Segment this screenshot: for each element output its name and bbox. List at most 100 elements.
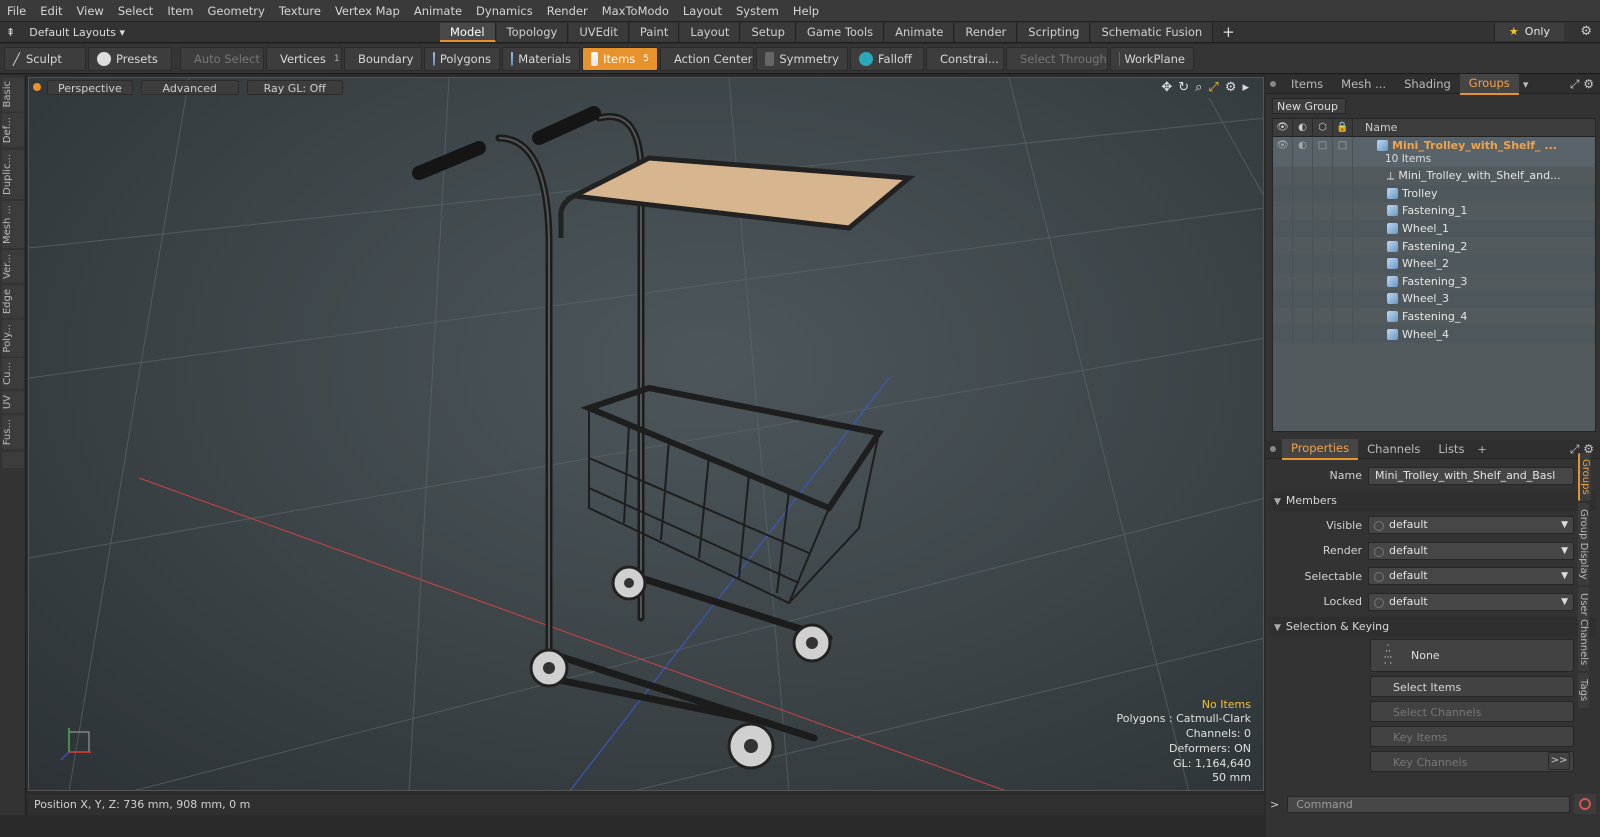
name-field[interactable]: Mini_Trolley_with_Shelf_and_Basl [1368,466,1574,485]
visible-dropdown[interactable]: default ▼ [1368,516,1574,535]
tree-group-row[interactable]: 👁 ◐ □ □ Mini_Trolley_with_Shelf_ ... 10 Ite… [1273,137,1595,167]
none-button[interactable]: · ·· ··· · · None [1370,638,1574,672]
tab-uvedit[interactable]: UVEdit [569,22,629,42]
menu-texture[interactable]: Texture [272,0,328,22]
tree-item-row[interactable]: Fastening_3 [1273,272,1595,291]
key-channels-button[interactable]: Key Channels [1370,750,1574,772]
selectable-icon[interactable]: ⬡ [1313,119,1333,137]
left-tab-mesh[interactable]: Mesh ... [2,200,24,248]
tab-items[interactable]: Items [1282,75,1332,94]
left-tab-edge[interactable]: Edge [2,284,24,318]
zoom-view-icon[interactable]: ⌕ [1195,80,1202,95]
side-tab-user-channels[interactable]: User Channels [1578,587,1589,672]
menu-item[interactable]: Item [160,0,200,22]
tree-item-row[interactable]: Trolley [1273,184,1595,203]
menu-render[interactable]: Render [540,0,595,22]
menu-maxtomodo[interactable]: MaxToModo [595,0,676,22]
viewport-options-dot-icon[interactable] [33,83,41,91]
tree-item-row[interactable]: Wheel_1 [1273,219,1595,238]
menu-file[interactable]: File [0,0,33,22]
tab-layout[interactable]: Layout [680,22,741,42]
new-group-button[interactable]: New Group [1272,98,1346,114]
polygons-button[interactable]: Polygons [424,46,500,71]
side-tab-tags[interactable]: Tags [1578,673,1589,708]
add-tab-plus-icon[interactable]: + [1477,443,1486,456]
tree-item-row[interactable]: Wheel_4 [1273,325,1595,343]
viewport-gear-icon[interactable]: ⚙ [1225,80,1237,95]
tab-game-tools[interactable]: Game Tools [796,22,885,42]
tab-scripting[interactable]: Scripting [1018,22,1091,42]
tree-item-row[interactable]: Fastening_2 [1273,237,1595,255]
selection-keying-section[interactable]: ▼ Selection & Keying [1270,616,1596,637]
members-section[interactable]: ▼ Members [1270,490,1596,511]
render-icon[interactable]: ◐ [1293,119,1313,137]
record-macro-icon[interactable] [1574,794,1596,814]
tab-animate[interactable]: Animate [885,22,955,42]
menu-animate[interactable]: Animate [407,0,469,22]
menu-dynamics[interactable]: Dynamics [469,0,540,22]
selectable-dropdown[interactable]: default ▼ [1368,567,1574,586]
tab-properties[interactable]: Properties [1282,438,1359,460]
gear-icon[interactable]: ⚙ [1580,24,1592,39]
left-tab-curve[interactable]: Cu... [2,358,24,390]
only-button[interactable]: ★ Only [1493,23,1564,41]
menu-system[interactable]: System [729,0,786,22]
left-tab-uv[interactable]: UV [2,391,24,414]
advanced-button[interactable]: Advanced [140,79,239,95]
side-tab-group-display[interactable]: Group Display [1578,502,1589,586]
tree-item-row[interactable]: Fastening_4 [1273,307,1595,326]
tab-groups[interactable]: Groups [1459,73,1519,95]
tab-channels[interactable]: Channels [1358,440,1429,459]
locked-dropdown[interactable]: default ▼ [1368,592,1574,611]
left-tab-fusion[interactable]: Fus... [2,415,24,450]
sculpt-button[interactable]: ╱ Sculpt [4,46,86,71]
more-button[interactable]: >> [1548,752,1570,770]
tab-topology[interactable]: Topology [496,22,569,42]
move-view-icon[interactable]: ✥ [1161,80,1172,95]
tab-render[interactable]: Render [955,22,1018,42]
menu-select[interactable]: Select [111,0,160,22]
lock-icon[interactable]: 🔒 [1333,119,1353,137]
menu-view[interactable]: View [70,0,111,22]
viewport-expand-icon[interactable]: ▸ [1242,80,1249,95]
left-tab-deform[interactable]: Def... [2,113,24,148]
select-items-button[interactable]: Select Items [1370,675,1574,697]
rotate-view-icon[interactable]: ↻ [1178,80,1189,95]
add-tab-plus-icon[interactable]: + [1214,23,1243,41]
left-tab-polygon[interactable]: Poly... [2,319,24,357]
tabs-dropdown-icon[interactable]: ▾ [1523,78,1529,91]
side-tab-groups[interactable]: Groups [1578,453,1591,501]
menu-edit[interactable]: Edit [33,0,69,22]
panel-expand-icon[interactable]: ⤢ ⚙ [1570,77,1600,92]
tab-mesh[interactable]: Mesh ... [1332,75,1395,94]
falloff-button[interactable]: Falloff [850,46,924,71]
tab-lists[interactable]: Lists [1429,440,1473,459]
items-button[interactable]: Items 5 [582,46,658,71]
presets-button[interactable]: Presets [88,46,172,71]
tab-paint[interactable]: Paint [629,22,680,42]
tab-model[interactable]: Model [440,22,496,42]
fit-view-icon[interactable]: ⤢ [1208,80,1218,95]
vertices-button[interactable]: Vertices 1 [266,46,342,71]
constraints-button[interactable]: Constrai... [926,46,1004,71]
left-tab-vertex[interactable]: Ver... [2,249,24,283]
menu-geometry[interactable]: Geometry [201,0,272,22]
perspective-button[interactable]: Perspective [47,79,133,95]
tree-item-row[interactable]: Wheel_3 [1273,290,1595,308]
render-dropdown[interactable]: default ▼ [1368,541,1574,560]
panel-dot-icon[interactable] [1270,81,1276,87]
left-tab-extra[interactable] [2,451,24,468]
key-items-button[interactable]: Key Items [1370,725,1574,747]
tab-shading[interactable]: Shading [1395,75,1460,94]
boundary-button[interactable]: Boundary [344,46,422,71]
left-tab-duplicate[interactable]: Duplic... [2,149,24,199]
auto-select-button[interactable]: Auto Select [180,46,264,71]
tab-setup[interactable]: Setup [741,22,796,42]
props-dot-icon[interactable] [1270,446,1276,452]
tab-schematic-fusion[interactable]: Schematic Fusion [1091,22,1214,42]
select-channels-button[interactable]: Select Channels [1370,700,1574,722]
tree-item-row[interactable]: Wheel_2 [1273,254,1595,273]
layout-selector[interactable]: ⇞ Default Layouts ▾ [0,26,440,39]
command-input[interactable]: Command [1287,795,1570,813]
left-tab-basic[interactable]: Basic [2,77,24,112]
